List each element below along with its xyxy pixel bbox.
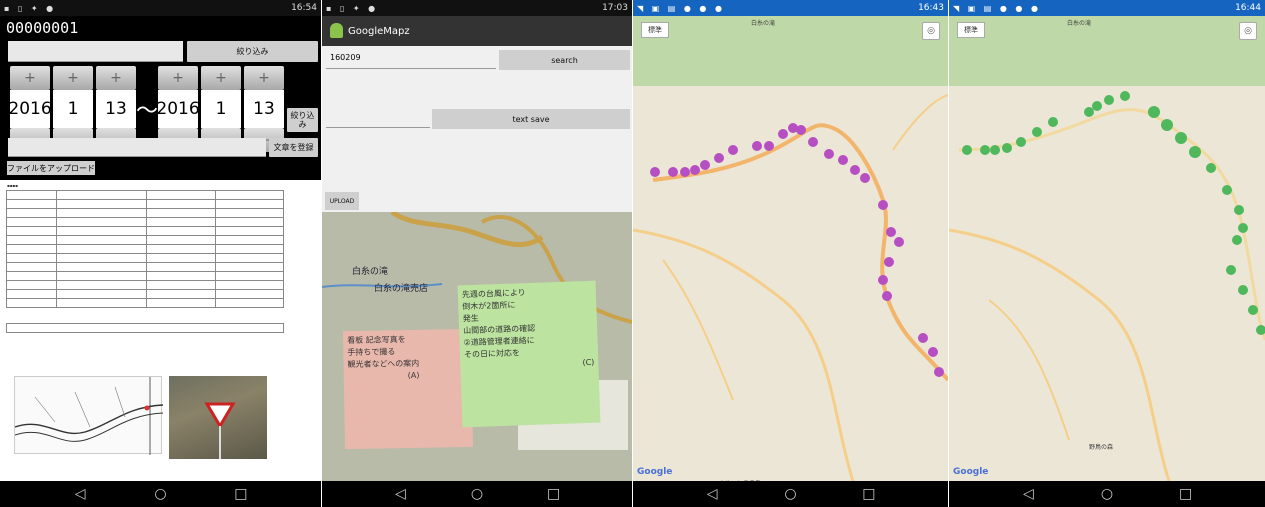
date-filter-button[interactable]: 絞り込み (287, 108, 318, 132)
home-icon[interactable]: ○ (780, 486, 800, 502)
home-icon[interactable]: ○ (1097, 486, 1117, 502)
plus-icon[interactable]: + (10, 66, 50, 90)
android-icon (330, 23, 343, 38)
register-text-button[interactable]: 文章を登録 (269, 138, 318, 157)
doc-table (6, 190, 284, 308)
plus-icon[interactable]: + (201, 66, 241, 90)
notification-icons: ◥ ▣ ▤ ● ● ● (953, 3, 1041, 13)
recent-apps-icon[interactable]: □ (1176, 486, 1196, 502)
notification-icons: ◥ ▣ ▤ ● ● ● (637, 3, 725, 13)
back-icon[interactable]: ◁ (1018, 486, 1038, 502)
sticky-note-pink: 看板 記念写真を 手持ちで撮る 観光者などへの案内 (A) (342, 328, 474, 450)
nav-bar: ◁ ○ □ (633, 481, 948, 507)
map-type-button[interactable]: 標準 (957, 22, 985, 38)
doc-section-header (6, 323, 284, 333)
map-type-button[interactable]: 標準 (641, 22, 669, 38)
map-label-shop: 白糸の滝売店 (374, 284, 429, 294)
upload-file-button[interactable]: ファイルをアップロード (7, 161, 95, 175)
back-icon[interactable]: ◁ (702, 486, 722, 502)
nav-bar: ◁ ○ □ (949, 481, 1265, 507)
text-input[interactable] (8, 138, 266, 157)
day-from-value: 13 (96, 90, 136, 128)
status-time: 17:03 (602, 3, 628, 13)
google-logo: Google (953, 467, 989, 477)
my-location-icon[interactable]: ◎ (1239, 22, 1257, 40)
app-bar: GoogleMapz (322, 16, 632, 46)
month-from-value: 1 (53, 90, 93, 128)
filter-text-input[interactable] (8, 41, 183, 62)
year-from-value: 2016 (8, 90, 52, 128)
status-bar: ◥ ▣ ▤ ● ● ● 16:43 (633, 0, 948, 16)
nav-bar: ◁ ○ □ (322, 481, 632, 507)
map-label-top: 白糸の滝 (751, 20, 776, 27)
range-separator: 〜 (136, 99, 159, 124)
home-icon[interactable]: ○ (150, 486, 170, 502)
search-button[interactable]: search (499, 50, 630, 70)
day-to-value: 13 (244, 90, 284, 128)
status-bar: ◥ ▣ ▤ ● ● ● 16:44 (949, 0, 1265, 16)
status-bar: ▪ ▯ ✦ ● 17:03 (322, 0, 632, 16)
recent-apps-icon[interactable]: □ (544, 486, 564, 502)
plus-icon[interactable]: + (158, 66, 198, 90)
status-bar: ▪ ▯ ✦ ● 16:54 (0, 0, 321, 16)
filter-button[interactable]: 絞り込み (187, 41, 318, 62)
doc-heading: ▪▪▪▪ (7, 183, 18, 188)
plus-icon[interactable]: + (244, 66, 284, 90)
sticky-note-green: 先週の台風により 倒木が2箇所に 発生 山間部の道路の確認 ②道路管理者連絡に … (457, 280, 601, 428)
map-screen-green: ◥ ▣ ▤ ● ● ● 16:44 標準 ◎ 白糸の滝 野鳥の森 Google … (949, 0, 1265, 507)
map-sketch-image (14, 376, 164, 455)
text-save-button[interactable]: text save (432, 109, 630, 129)
notification-icons: ▪ ▯ ✦ ● (326, 3, 379, 13)
nav-bar: ◁ ○ □ (0, 481, 321, 507)
captured-photo: 白糸の滝 白糸の滝売店 看板 記念写真を 手持ちで撮る 観光者などへの案内 (A… (322, 212, 632, 481)
map-label-waterfall: 白糸の滝 (352, 267, 389, 277)
plus-icon[interactable]: + (53, 66, 93, 90)
back-icon[interactable]: ◁ (70, 486, 90, 502)
upload-button[interactable]: UPLOAD (325, 192, 359, 210)
text-input[interactable] (326, 112, 430, 128)
note-line: (A) (407, 370, 420, 381)
home-icon[interactable]: ○ (467, 486, 487, 502)
app-title: GoogleMapz (348, 25, 410, 37)
back-icon[interactable]: ◁ (390, 486, 410, 502)
map-label-bottom: 野鳥の森 (1089, 444, 1114, 451)
record-id-title: 00000001 (6, 19, 79, 37)
googlemapz-screen: ▪ ▯ ✦ ● 17:03 GoogleMapz 160209 search t… (322, 0, 632, 507)
search-input[interactable]: 160209 (326, 53, 496, 69)
map-label-top: 白糸の滝 (1067, 20, 1092, 27)
month-to-value: 1 (201, 90, 241, 128)
recent-apps-icon[interactable]: □ (859, 486, 879, 502)
status-time: 16:44 (1235, 3, 1261, 13)
year-to-value: 2016 (156, 90, 200, 128)
recent-apps-icon[interactable]: □ (231, 486, 251, 502)
my-location-icon[interactable]: ◎ (922, 22, 940, 40)
status-time: 16:54 (291, 3, 317, 13)
document-preview: ▪▪▪▪ (0, 180, 321, 481)
purple-pin-markers (650, 123, 944, 377)
plus-icon[interactable]: + (96, 66, 136, 90)
notification-icons: ▪ ▯ ✦ ● (4, 3, 57, 13)
status-time: 16:43 (918, 3, 944, 13)
google-logo: Google (637, 467, 673, 477)
upload-screen: ▪ ▯ ✦ ● 16:54 00000001 絞り込み + 2016 — + 1… (0, 0, 321, 507)
road-sign-photo (169, 376, 267, 459)
green-pin-markers (962, 91, 1265, 335)
map-screen-purple: ◥ ▣ ▤ ● ● ● 16:43 標準 ◎ 白糸の滝 ハルニレテラス Goog… (633, 0, 948, 507)
